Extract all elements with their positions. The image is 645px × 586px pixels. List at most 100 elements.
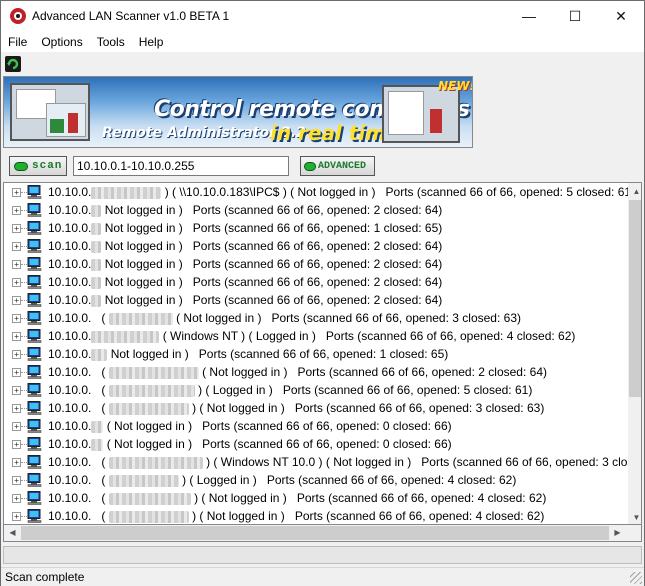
result-text: 10.10.0. Not logged in ) Ports (scanned … [48, 345, 448, 363]
result-row[interactable]: +10.10.0. ( ) ( Logged in ) Ports (scann… [4, 381, 628, 399]
result-row[interactable]: +10.10.0. ( Windows NT ) ( Logged in ) P… [4, 327, 628, 345]
login-status: ) ( Logged in ) [182, 473, 257, 487]
expand-icon[interactable]: + [12, 458, 21, 467]
menu-tools[interactable]: Tools [90, 32, 132, 52]
login-status: ) ( Windows NT 10.0 ) ( Not logged in ) [206, 455, 412, 469]
result-row[interactable]: +10.10.0. Not logged in ) Ports (scanned… [4, 291, 628, 309]
ip-range-input[interactable]: 10.10.0.1-10.10.0.255 [73, 156, 289, 176]
result-row[interactable]: +10.10.0. ( Not logged in ) Ports (scann… [4, 435, 628, 453]
redacted-hostname [108, 492, 191, 505]
result-row[interactable]: +10.10.0. Not logged in ) Ports (scanned… [4, 219, 628, 237]
redacted-hostname [91, 438, 104, 451]
expand-icon[interactable]: + [12, 260, 21, 269]
horizontal-scroll-thumb[interactable] [21, 526, 609, 540]
result-row[interactable]: +10.10.0. ( ) ( Not logged in ) Ports (s… [4, 489, 628, 507]
expand-icon[interactable]: + [12, 278, 21, 287]
maximize-button[interactable]: ☐ [552, 1, 598, 31]
menu-options[interactable]: Options [34, 32, 89, 52]
ip-address: 10.10.0. [48, 203, 92, 217]
title-bar[interactable]: Advanced LAN Scanner v1.0 BETA 1 — ☐ ✕ [1, 1, 644, 31]
result-prefix: ( [101, 311, 106, 325]
expand-icon[interactable]: + [12, 422, 21, 431]
result-row[interactable]: +10.10.0. ( ) ( Not logged in ) Ports (s… [4, 399, 628, 417]
result-row[interactable]: +10.10.0. ( ( Not logged in ) Ports (sca… [4, 363, 628, 381]
login-status: ( Not logged in ) [202, 365, 288, 379]
close-button[interactable]: ✕ [598, 1, 644, 31]
expand-icon[interactable]: + [12, 206, 21, 215]
ip-address: 10.10.0. [48, 491, 92, 505]
resize-grip-icon[interactable] [630, 572, 642, 584]
result-row[interactable]: +10.10.0. ( ( Not logged in ) Ports (sca… [4, 309, 628, 327]
expand-icon[interactable]: + [12, 440, 21, 449]
computer-icon [27, 329, 42, 343]
result-row[interactable]: +10.10.0. ) ( \\10.10.0.183\IPC$ ) ( Not… [4, 183, 628, 201]
expand-icon[interactable]: + [12, 350, 21, 359]
result-row[interactable]: +10.10.0. Not logged in ) Ports (scanned… [4, 273, 628, 291]
advanced-button[interactable]: ADVANCED [300, 156, 375, 176]
status-text: Scan complete [5, 570, 85, 584]
result-text: 10.10.0. ( ) ( Logged in ) Ports (scanne… [48, 381, 532, 399]
result-row[interactable]: +10.10.0. ( ) ( Logged in ) Ports (scann… [4, 471, 628, 489]
result-row[interactable]: +10.10.0. ( Not logged in ) Ports (scann… [4, 417, 628, 435]
computer-icon [27, 293, 42, 307]
expand-icon[interactable]: + [12, 224, 21, 233]
computer-icon [27, 509, 42, 523]
result-row[interactable]: +10.10.0. ( ) ( Not logged in ) Ports (s… [4, 507, 628, 524]
ports-summary: Ports (scanned 66 of 66, opened: 0 close… [202, 419, 452, 433]
computer-icon [27, 365, 42, 379]
expand-icon[interactable]: + [12, 386, 21, 395]
ports-summary: Ports (scanned 66 of 66, opened: 4 close… [294, 509, 545, 523]
minimize-button[interactable]: — [506, 1, 552, 31]
redacted-hostname [91, 330, 160, 343]
computer-icon [27, 221, 42, 235]
expand-icon[interactable]: + [12, 314, 21, 323]
result-prefix: ( [101, 491, 106, 505]
login-status: ( Not logged in ) [176, 311, 262, 325]
result-row[interactable]: +10.10.0. Not logged in ) Ports (scanned… [4, 345, 628, 363]
ip-address: 10.10.0. [48, 293, 92, 307]
ports-summary: Ports (scanned 66 of 66, opened: 4 close… [266, 473, 517, 487]
menu-help[interactable]: Help [132, 32, 171, 52]
expand-icon[interactable]: + [12, 494, 21, 503]
computer-icon [27, 203, 42, 217]
login-status: ( Not logged in ) [106, 437, 193, 451]
expand-icon[interactable]: + [12, 404, 21, 413]
scroll-up-icon[interactable]: ▲ [628, 183, 641, 200]
redacted-hostname [91, 222, 102, 235]
results-tree[interactable]: +10.10.0. ) ( \\10.10.0.183\IPC$ ) ( Not… [3, 182, 642, 525]
result-row[interactable]: +10.10.0. Not logged in ) Ports (scanned… [4, 201, 628, 219]
expand-icon[interactable]: + [12, 296, 21, 305]
expand-icon[interactable]: + [12, 242, 21, 251]
horizontal-scrollbar[interactable]: ◀ ▶ [3, 525, 642, 542]
computer-icon [27, 383, 42, 397]
minimize-icon: — [522, 8, 536, 24]
ports-summary: Ports (scanned 66 of 66, opened: 1 close… [198, 347, 449, 361]
ip-address: 10.10.0. [48, 347, 92, 361]
result-row[interactable]: +10.10.0. Not logged in ) Ports (scanned… [4, 237, 628, 255]
vertical-scroll-thumb[interactable] [629, 200, 641, 397]
result-text: 10.10.0. Not logged in ) Ports (scanned … [48, 219, 442, 237]
expand-icon[interactable]: + [12, 476, 21, 485]
result-prefix: ( [101, 365, 106, 379]
expand-icon[interactable]: + [12, 512, 21, 521]
result-row[interactable]: +10.10.0. Not logged in ) Ports (scanned… [4, 255, 628, 273]
menu-file[interactable]: File [1, 32, 34, 52]
ports-summary: Ports (scanned 66 of 66, opened: 2 close… [192, 293, 443, 307]
vertical-scrollbar[interactable]: ▲ ▼ [628, 183, 641, 524]
redacted-hostname [91, 420, 104, 433]
app-logo-icon [10, 8, 26, 24]
scroll-right-icon[interactable]: ▶ [609, 525, 626, 541]
expand-icon[interactable]: + [12, 332, 21, 341]
scan-button[interactable]: scan [9, 156, 67, 176]
login-status: Not logged in ) [110, 347, 189, 361]
banner-new-badge: NEW! [438, 79, 473, 93]
expand-icon[interactable]: + [12, 368, 21, 377]
ad-banner[interactable]: Control remote computers Remote Administ… [3, 76, 473, 148]
ports-summary: Ports (scanned 66 of 66, opened: 3 clos [421, 455, 628, 469]
refresh-icon[interactable] [5, 56, 21, 72]
result-row[interactable]: +10.10.0. ( ) ( Windows NT 10.0 ) ( Not … [4, 453, 628, 471]
expand-icon[interactable]: + [12, 188, 21, 197]
scroll-left-icon[interactable]: ◀ [4, 525, 21, 541]
redacted-hostname [91, 204, 102, 217]
scroll-down-icon[interactable]: ▼ [628, 509, 641, 524]
